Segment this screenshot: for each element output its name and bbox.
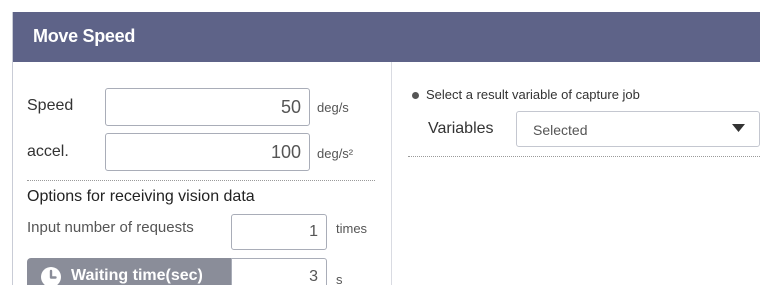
move-speed-panel: Move Speed Speed 50 deg/s accel. 100 deg…: [12, 12, 760, 285]
clock-icon: [41, 267, 61, 285]
speed-settings: Speed 50 deg/s accel. 100 deg/s² Options…: [13, 62, 392, 285]
waiting-time-button[interactable]: Waiting time(sec): [27, 258, 231, 285]
requests-unit: times: [336, 221, 368, 236]
divider: [27, 180, 375, 181]
speed-unit: deg/s: [317, 100, 349, 115]
speed-label: Speed: [27, 97, 74, 114]
divider: [408, 156, 760, 157]
variables-select-value: Selected: [533, 122, 588, 138]
variables-label: Variables: [428, 120, 494, 137]
panel-header: Move Speed: [13, 12, 760, 62]
waiting-time-unit: s: [336, 272, 343, 285]
speed-input[interactable]: 50: [105, 88, 310, 126]
caret-down-icon: [732, 124, 745, 132]
waiting-time-label: Waiting time(sec): [71, 267, 203, 284]
variables-select[interactable]: Selected: [516, 111, 760, 147]
requests-label: Input number of requests: [27, 219, 194, 236]
panel-title: Move Speed: [33, 26, 136, 46]
bullet-icon: [412, 92, 419, 99]
capture-note: Select a result variable of capture job: [426, 87, 640, 102]
accel-input[interactable]: 100: [105, 133, 310, 171]
requests-input[interactable]: 1: [231, 214, 327, 250]
capture-result-section: Select a result variable of capture job …: [392, 62, 760, 285]
accel-unit: deg/s²: [317, 146, 354, 161]
accel-label: accel.: [27, 143, 69, 160]
vision-section-title: Options for receiving vision data: [27, 188, 255, 205]
waiting-time-input[interactable]: 3: [231, 258, 327, 285]
